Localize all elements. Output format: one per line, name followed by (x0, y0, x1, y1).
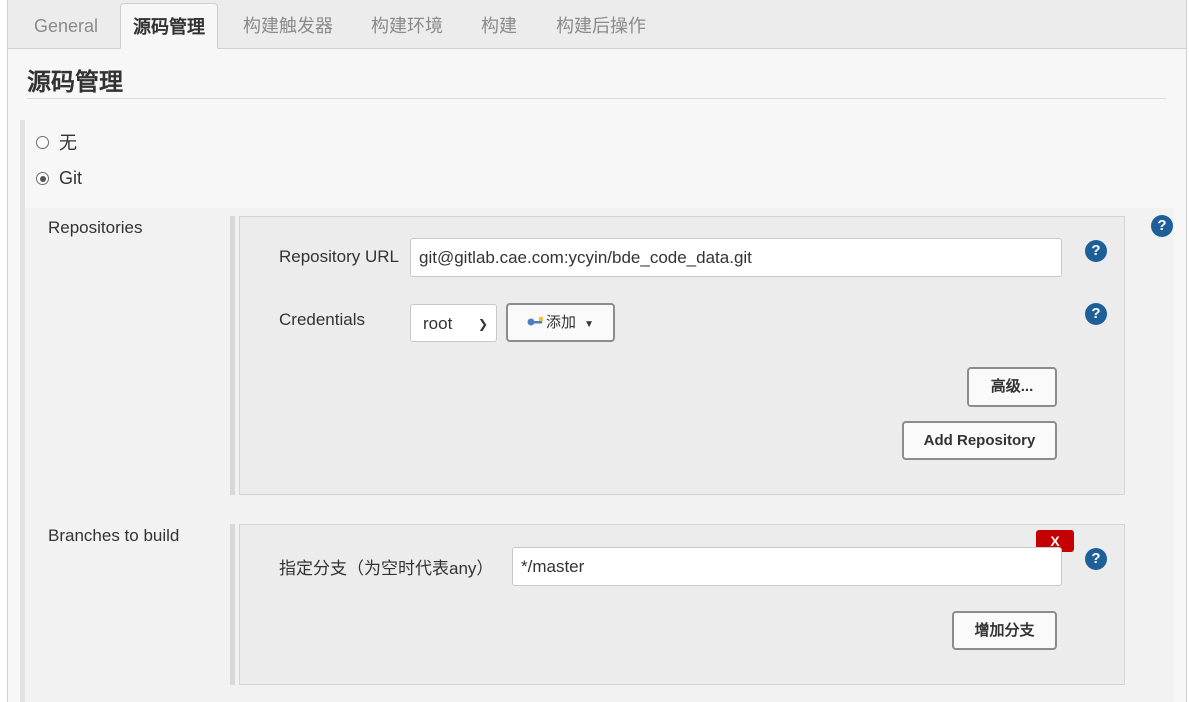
branches-to-build-label: Branches to build (48, 526, 180, 545)
credentials-selected-value: root (423, 314, 453, 333)
tab-build-environment[interactable]: 构建环境 (371, 0, 443, 48)
tab-bar: General 源码管理 构建触发器 构建环境 构建 构建后操作 (8, 0, 1186, 49)
add-credentials-button[interactable]: 添加 ▼ (506, 303, 615, 342)
repository-url-label: Repository URL (279, 247, 399, 266)
repositories-help-icon[interactable]: ? (1151, 215, 1173, 237)
credentials-select[interactable]: root ❯ (410, 304, 497, 342)
scm-option-none[interactable]: 无 (36, 129, 77, 155)
section-divider (27, 98, 1166, 99)
credentials-help-icon[interactable]: ? (1085, 303, 1107, 325)
advanced-button[interactable]: 高级... (967, 367, 1057, 407)
repository-url-input[interactable]: git@gitlab.cae.com:ycyin/bde_code_data.g… (410, 238, 1062, 277)
radio-none[interactable] (36, 135, 49, 149)
scm-option-git-label: Git (59, 168, 83, 188)
section-title: 源码管理 (27, 69, 123, 96)
scm-option-none-label: 无 (59, 133, 77, 153)
caret-down-icon: ▼ (584, 319, 595, 330)
repositories-label: Repositories (48, 218, 143, 237)
branch-specifier-help-icon[interactable]: ? (1085, 548, 1107, 570)
branches-indent-bar (230, 524, 235, 685)
credentials-label: Credentials (279, 310, 365, 329)
chevron-down-icon: ❯ (477, 317, 488, 331)
radio-git[interactable] (36, 172, 49, 185)
branch-specifier-input[interactable]: */master (512, 547, 1062, 586)
tab-build-triggers[interactable]: 构建触发器 (243, 0, 333, 48)
branch-specifier-label: 指定分支（为空时代表any） (279, 559, 494, 578)
scm-option-git[interactable]: Git (36, 168, 82, 189)
tab-build[interactable]: 构建 (481, 0, 517, 48)
add-branch-button[interactable]: 增加分支 (952, 611, 1057, 650)
repositories-indent-bar (230, 216, 235, 495)
tab-source-code-management[interactable]: 源码管理 (120, 3, 218, 49)
add-credentials-label: 添加 (545, 314, 576, 331)
key-icon (527, 306, 545, 341)
add-repository-button[interactable]: Add Repository (902, 421, 1057, 460)
repository-url-help-icon[interactable]: ? (1085, 240, 1107, 262)
tab-general[interactable]: General (34, 0, 98, 48)
tab-post-build-actions[interactable]: 构建后操作 (556, 0, 646, 48)
